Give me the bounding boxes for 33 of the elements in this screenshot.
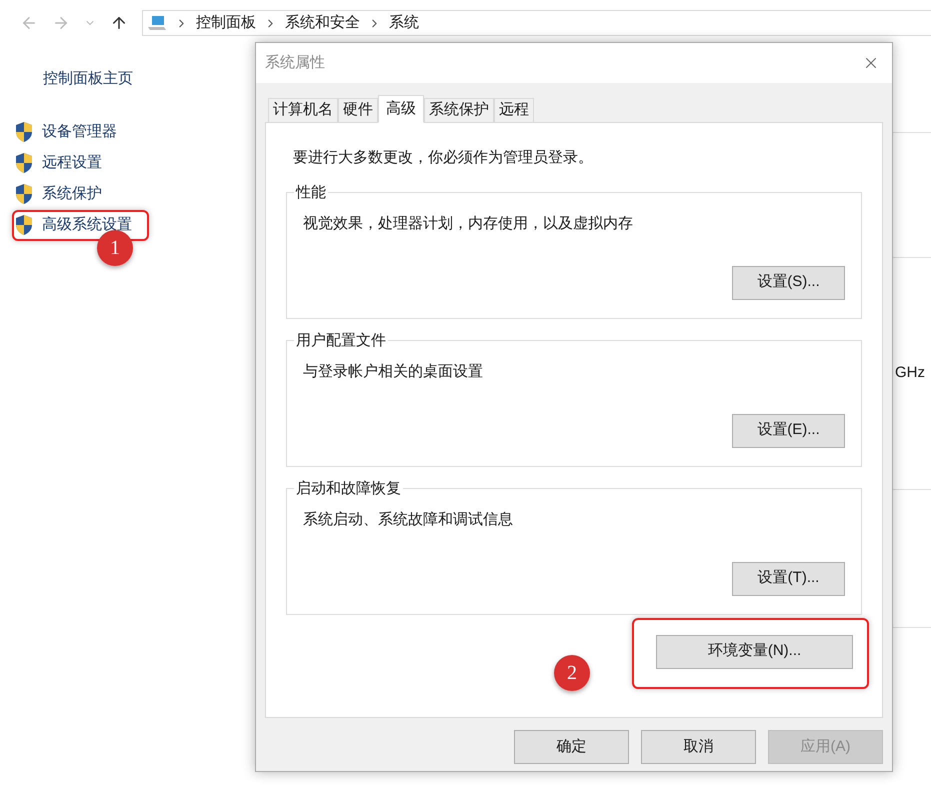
shield-icon [14,121,34,143]
computer-icon [147,15,167,31]
admin-notice: 要进行大多数更改，你必须作为管理员登录。 [293,148,594,168]
settings-button[interactable]: 设置(S)... [732,266,845,300]
breadcrumb-item[interactable]: 系统 [389,12,419,34]
sidebar-link[interactable]: 设备管理器 [42,120,117,144]
window-title: 系统属性 [265,52,325,73]
shield-icon [14,152,34,174]
sidebar-link[interactable]: 远程设置 [42,152,102,174]
sidebar-link[interactable]: 系统保护 [42,182,102,206]
settings-button[interactable]: 设置(E)... [732,414,845,448]
dialog-button[interactable]: 确定 [514,730,629,764]
tab[interactable]: 高级 [378,95,424,123]
breadcrumb-item[interactable]: 系统和安全 [285,12,360,34]
tab[interactable]: 远程 [494,98,534,122]
group-description: 视觉效果，处理器计划，内存使用，以及虚拟内存 [303,214,634,234]
dialog-button[interactable]: 取消 [641,730,756,764]
shield-icon [14,214,34,236]
back-icon[interactable] [20,14,38,32]
up-icon[interactable] [110,14,128,32]
tab[interactable]: 硬件 [338,98,378,122]
shield-icon [14,183,34,205]
tab[interactable]: 计算机名 [268,98,338,122]
environment-variables-button[interactable]: 环境变量(N)... [656,634,853,668]
settings-button[interactable]: 设置(T)... [732,562,845,596]
forward-icon[interactable] [52,14,70,32]
step-number-badge: 1 [97,230,133,266]
tab[interactable]: 系统保护 [424,98,494,122]
group-description: 系统启动、系统故障和调试信息 [303,510,514,530]
clock-speed-text: GHz [895,363,925,384]
breadcrumb-item[interactable]: 控制面板 [196,12,256,34]
address-bar[interactable]: 控制面板 系统和安全 系统 [142,10,931,36]
group-description: 与登录帐户相关的桌面设置 [303,362,484,382]
